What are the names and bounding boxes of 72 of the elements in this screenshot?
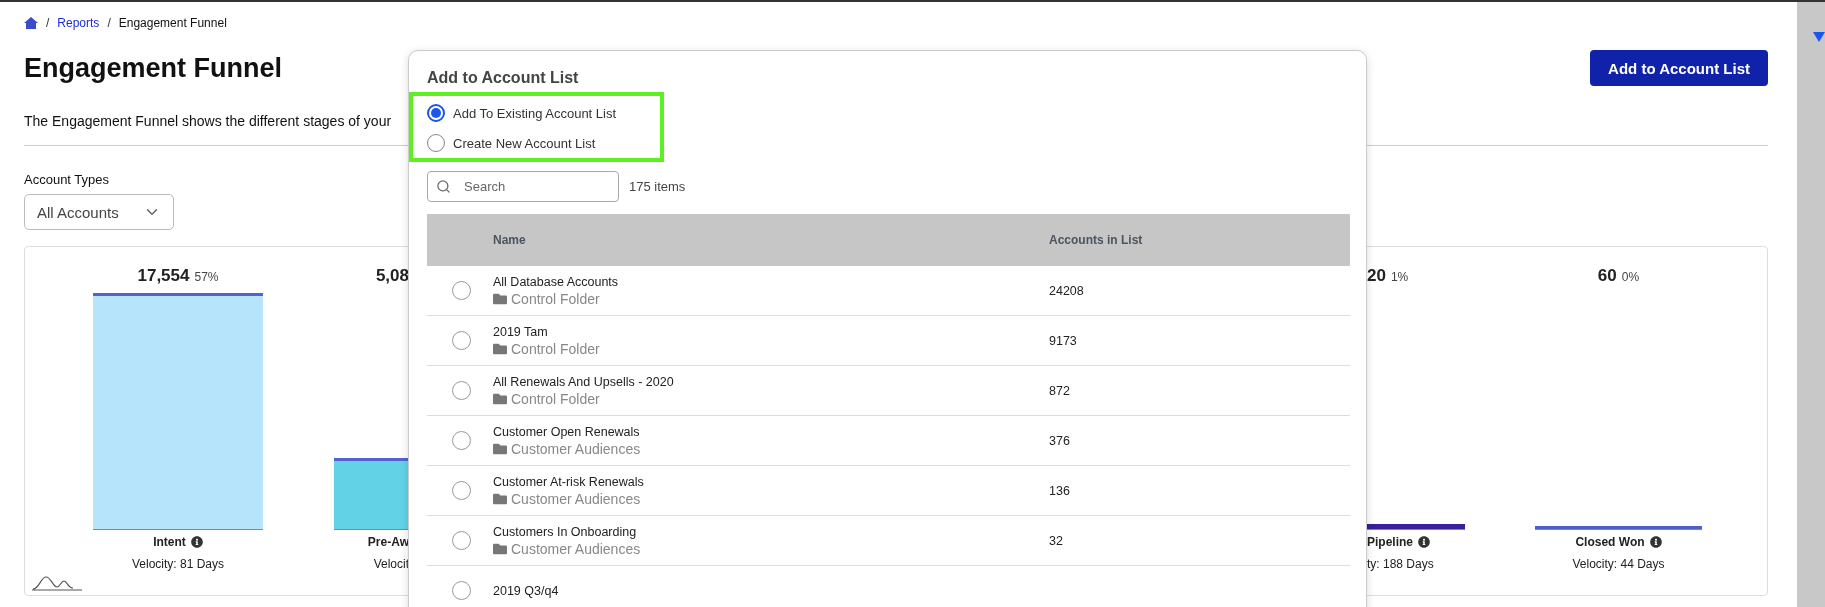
stage-percent: 0% bbox=[1621, 270, 1640, 284]
folder-name: Control Folder bbox=[511, 390, 600, 407]
row-radio-button[interactable] bbox=[451, 281, 471, 300]
row-radio-button[interactable] bbox=[451, 481, 471, 500]
column-header: Accounts in List bbox=[1049, 233, 1144, 247]
stage-velocity: ty: 188 Days bbox=[1367, 557, 1434, 571]
stage-count: 5,08 bbox=[375, 266, 409, 286]
breadcrumb-link[interactable]: Reports bbox=[57, 16, 100, 30]
home-icon[interactable] bbox=[24, 17, 38, 29]
accounts-count: 376 bbox=[1049, 433, 1071, 448]
folder-name: Customer Audiences bbox=[511, 490, 641, 507]
radio-button[interactable] bbox=[427, 134, 445, 152]
account-type-select[interactable]: All Accounts bbox=[24, 194, 174, 230]
folder-icon bbox=[493, 541, 507, 556]
folder-icon bbox=[493, 491, 507, 506]
row-radio-button[interactable] bbox=[451, 531, 471, 550]
stage-velocity: Velocit bbox=[373, 557, 409, 571]
stage-label: Pre-Aw bbox=[367, 535, 409, 549]
stage-label: Intent bbox=[153, 535, 186, 549]
info-icon[interactable] bbox=[1649, 536, 1662, 548]
info-icon[interactable] bbox=[190, 536, 203, 548]
list-name: Customers In Onboarding bbox=[493, 524, 638, 539]
stage-count: 60 bbox=[1597, 266, 1617, 286]
dialog-title: Add to Account List bbox=[427, 69, 580, 87]
stage-velocity: Velocity: 44 Days bbox=[1572, 557, 1665, 571]
filter-label: Account Types bbox=[24, 172, 110, 187]
search-icon bbox=[436, 179, 451, 194]
stage-label: Closed Won bbox=[1575, 535, 1645, 549]
list-name: All Renewals And Upsells - 2020 bbox=[493, 374, 675, 389]
page-description: The Engagement Funnel shows the different stages of your bbox=[24, 112, 392, 129]
folder-name: Control Folder bbox=[511, 340, 600, 357]
item-count: 175 items bbox=[629, 179, 686, 194]
accounts-count: 24208 bbox=[1049, 283, 1085, 298]
radio-option[interactable]: Add To Existing Account List bbox=[427, 104, 660, 122]
stage-velocity: Velocity: 81 Days bbox=[131, 557, 224, 571]
accounts-count: 9173 bbox=[1049, 333, 1078, 348]
folder-name: Customer Audiences bbox=[511, 440, 641, 457]
row-radio-button[interactable] bbox=[451, 331, 471, 350]
stage-percent: 57% bbox=[194, 270, 219, 284]
folder-name: Control Folder bbox=[511, 290, 600, 307]
funnel-icon[interactable] bbox=[1813, 32, 1825, 42]
stage-percent: 1% bbox=[1390, 270, 1409, 284]
folder-icon bbox=[493, 391, 507, 406]
row-radio-button[interactable] bbox=[451, 431, 471, 450]
row-radio-button[interactable] bbox=[451, 381, 471, 400]
accounts-count: 136 bbox=[1049, 483, 1071, 498]
folder-icon bbox=[493, 441, 507, 456]
info-icon[interactable] bbox=[1418, 536, 1430, 548]
stage-count: 17,554 bbox=[137, 266, 190, 286]
list-name: 2019 Q3/q4 bbox=[493, 583, 560, 598]
add-to-account-list-button[interactable]: Add to Account List bbox=[1590, 50, 1768, 86]
distribution-curve-icon[interactable] bbox=[31, 575, 83, 591]
page-title: Engagement Funnel bbox=[24, 52, 283, 84]
list-name: 2019 Tam bbox=[493, 324, 549, 339]
radio-option[interactable]: Create New Account List bbox=[427, 134, 660, 152]
folder-name: Customer Audiences bbox=[511, 540, 641, 557]
breadcrumb-separator: / bbox=[46, 16, 50, 30]
column-header: Name bbox=[493, 233, 527, 247]
folder-icon bbox=[493, 291, 507, 306]
stage-count: 20 bbox=[1367, 266, 1386, 286]
breadcrumb-separator: / bbox=[107, 16, 111, 30]
list-name: Customer At-risk Renewals bbox=[493, 474, 645, 489]
breadcrumb-current: Engagement Funnel bbox=[118, 16, 227, 30]
folder-icon bbox=[493, 341, 507, 356]
accounts-count: 32 bbox=[1049, 533, 1064, 548]
row-radio-button[interactable] bbox=[451, 581, 471, 600]
list-name: All Database Accounts bbox=[493, 274, 620, 289]
stage-label: Pipeline bbox=[1367, 535, 1413, 549]
radio-button[interactable] bbox=[427, 104, 445, 122]
search-field[interactable]: Search bbox=[427, 171, 619, 202]
list-name: Customer Open Renewals bbox=[493, 424, 641, 439]
accounts-count: 872 bbox=[1049, 383, 1071, 398]
